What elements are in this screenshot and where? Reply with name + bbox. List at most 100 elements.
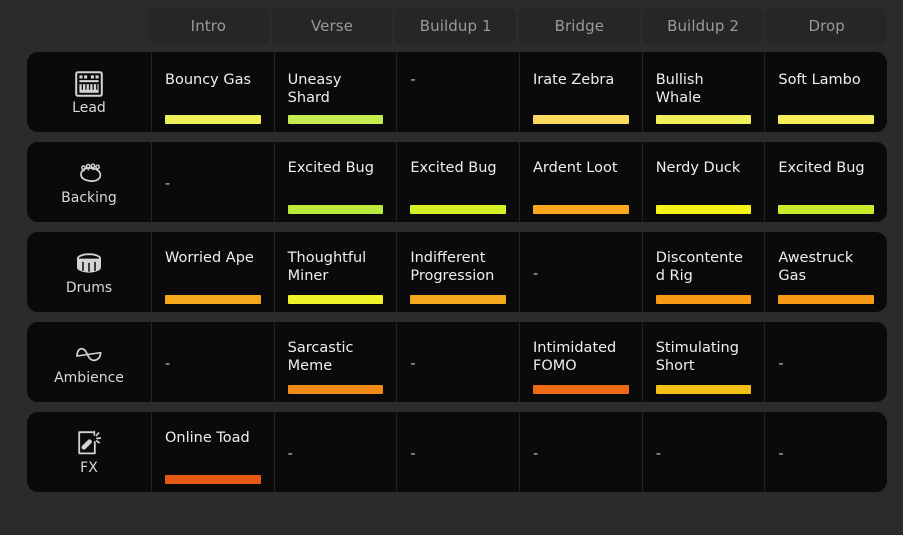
clip-energy-bar (288, 205, 384, 214)
clip-cell[interactable]: Online Toad (151, 412, 274, 492)
clip-energy-bar (656, 295, 752, 304)
clip-label: Excited Bug (778, 154, 874, 178)
clip-cell[interactable]: Stimulating Short (642, 322, 765, 402)
clip-cell-empty[interactable]: - (151, 142, 274, 222)
clip-label: Awestruck Gas (778, 244, 874, 285)
clip-cell[interactable]: Sarcastic Meme (274, 322, 397, 402)
clip-energy-bar (533, 385, 629, 394)
clip-cell[interactable]: Bouncy Gas (151, 52, 274, 132)
clip-energy-bar (288, 295, 384, 304)
section-tab-strip: IntroVerseBuildup 1BridgeBuildup 2Drop (148, 0, 887, 44)
track-clip-cells: -Excited BugExcited BugArdent LootNerdy … (151, 142, 887, 222)
clip-label: Worried Ape (165, 244, 261, 268)
track-header-fx[interactable]: FX (27, 412, 151, 492)
clip-cell[interactable]: Excited Bug (396, 142, 519, 222)
clip-energy-bar (288, 115, 384, 124)
track-row-list: LeadBouncy GasUneasy Shard-Irate ZebraBu… (0, 44, 903, 492)
clip-label: Thoughtful Miner (288, 244, 384, 285)
drum-icon (74, 250, 104, 278)
clip-label: - (533, 424, 629, 464)
clip-label: - (410, 334, 506, 374)
track-row: Drums Worried Ape Thoughtful Miner Indiffer… (27, 232, 887, 312)
clip-label: Soft Lambo (778, 64, 874, 90)
clip-cell-empty[interactable]: - (396, 322, 519, 402)
clip-label: Nerdy Duck (656, 154, 752, 178)
clip-cell[interactable]: Awestruck Gas (764, 232, 887, 312)
clip-label: - (533, 244, 629, 284)
guitar-headstock-icon (74, 160, 104, 188)
track-header-ambience[interactable]: Ambience (27, 322, 151, 402)
clip-cell-empty[interactable]: - (396, 412, 519, 492)
clip-cell[interactable]: Soft Lambo (764, 52, 887, 132)
clip-energy-bar (288, 385, 384, 394)
magic-wand-icon (74, 430, 104, 458)
clip-label: Irate Zebra (533, 64, 629, 90)
clip-label: - (288, 424, 384, 464)
clip-energy-bar (778, 115, 874, 124)
clip-cell[interactable]: Thoughtful Miner (274, 232, 397, 312)
section-tab-bridge[interactable]: Bridge (519, 8, 640, 44)
clip-label: Indifferent Progression (410, 244, 506, 285)
section-tab-verse[interactable]: Verse (272, 8, 393, 44)
section-tab-intro[interactable]: Intro (148, 8, 269, 44)
clip-cell[interactable]: Bullish Whale (642, 52, 765, 132)
clip-cell-empty[interactable]: - (519, 232, 642, 312)
clip-cell[interactable]: Discontented Rig (642, 232, 765, 312)
clip-cell-empty[interactable]: - (642, 412, 765, 492)
clip-cell-empty[interactable]: - (396, 52, 519, 132)
clip-energy-bar (533, 115, 629, 124)
drum-icon (74, 252, 104, 276)
magic-wand-icon (74, 430, 104, 457)
clip-label: Bouncy Gas (165, 64, 261, 90)
track-name-label: Lead (72, 101, 106, 115)
clip-cell-empty[interactable]: - (519, 412, 642, 492)
clip-energy-bar (410, 295, 506, 304)
track-clip-cells: -Sarcastic Meme-Intimidated FOMOStimulat… (151, 322, 887, 402)
track-header-backing[interactable]: Backing (27, 142, 151, 222)
clip-cell[interactable]: Excited Bug (764, 142, 887, 222)
arrangement-grid-app: IntroVerseBuildup 1BridgeBuildup 2Drop L… (0, 0, 903, 535)
clip-cell-empty[interactable]: - (764, 412, 887, 492)
synthesizer-keyboard-icon (74, 70, 104, 98)
track-header-drums[interactable]: Drums (27, 232, 151, 312)
clip-cell-empty[interactable]: - (274, 412, 397, 492)
track-row: Lead Bouncy Gas Uneasy Shard- Irate Zebra Bu… (27, 52, 887, 132)
clip-cell[interactable]: Nerdy Duck (642, 142, 765, 222)
clip-energy-bar (533, 205, 629, 214)
clip-label: - (165, 334, 261, 374)
clip-cell[interactable]: Excited Bug (274, 142, 397, 222)
section-tab-buildup-1[interactable]: Buildup 1 (395, 8, 516, 44)
clip-label: - (410, 424, 506, 464)
clip-label: - (410, 64, 506, 90)
section-tab-buildup-2[interactable]: Buildup 2 (643, 8, 764, 44)
clip-energy-bar (165, 115, 261, 124)
clip-label: Bullish Whale (656, 64, 752, 107)
clip-cell-empty[interactable]: - (764, 322, 887, 402)
clip-cell[interactable]: Indifferent Progression (396, 232, 519, 312)
clip-energy-bar (656, 385, 752, 394)
track-row: Backing-Excited BugExcited BugArdent Loo… (27, 142, 887, 222)
clip-cell[interactable]: Ardent Loot (519, 142, 642, 222)
sine-wave-icon (74, 343, 104, 365)
track-clip-cells: Bouncy Gas Uneasy Shard- Irate Zebra Bullis… (151, 52, 887, 132)
clip-cell[interactable]: Uneasy Shard (274, 52, 397, 132)
clip-cell[interactable]: Intimidated FOMO (519, 322, 642, 402)
track-clip-cells: Worried Ape Thoughtful Miner Indifferent P… (151, 232, 887, 312)
clip-label: Ardent Loot (533, 154, 629, 178)
clip-label: Excited Bug (410, 154, 506, 178)
clip-label: Sarcastic Meme (288, 334, 384, 375)
clip-label: Excited Bug (288, 154, 384, 178)
clip-energy-bar (778, 295, 874, 304)
clip-label: - (778, 334, 874, 374)
section-tab-drop[interactable]: Drop (766, 8, 887, 44)
track-clip-cells: Online Toad----- (151, 412, 887, 492)
track-name-label: FX (80, 461, 98, 475)
track-name-label: Drums (66, 281, 112, 295)
clip-cell[interactable]: Irate Zebra (519, 52, 642, 132)
clip-label: Uneasy Shard (288, 64, 384, 107)
track-name-label: Ambience (54, 371, 124, 385)
track-row: FXOnline Toad----- (27, 412, 887, 492)
clip-cell[interactable]: Worried Ape (151, 232, 274, 312)
clip-cell-empty[interactable]: - (151, 322, 274, 402)
track-header-lead[interactable]: Lead (27, 52, 151, 132)
